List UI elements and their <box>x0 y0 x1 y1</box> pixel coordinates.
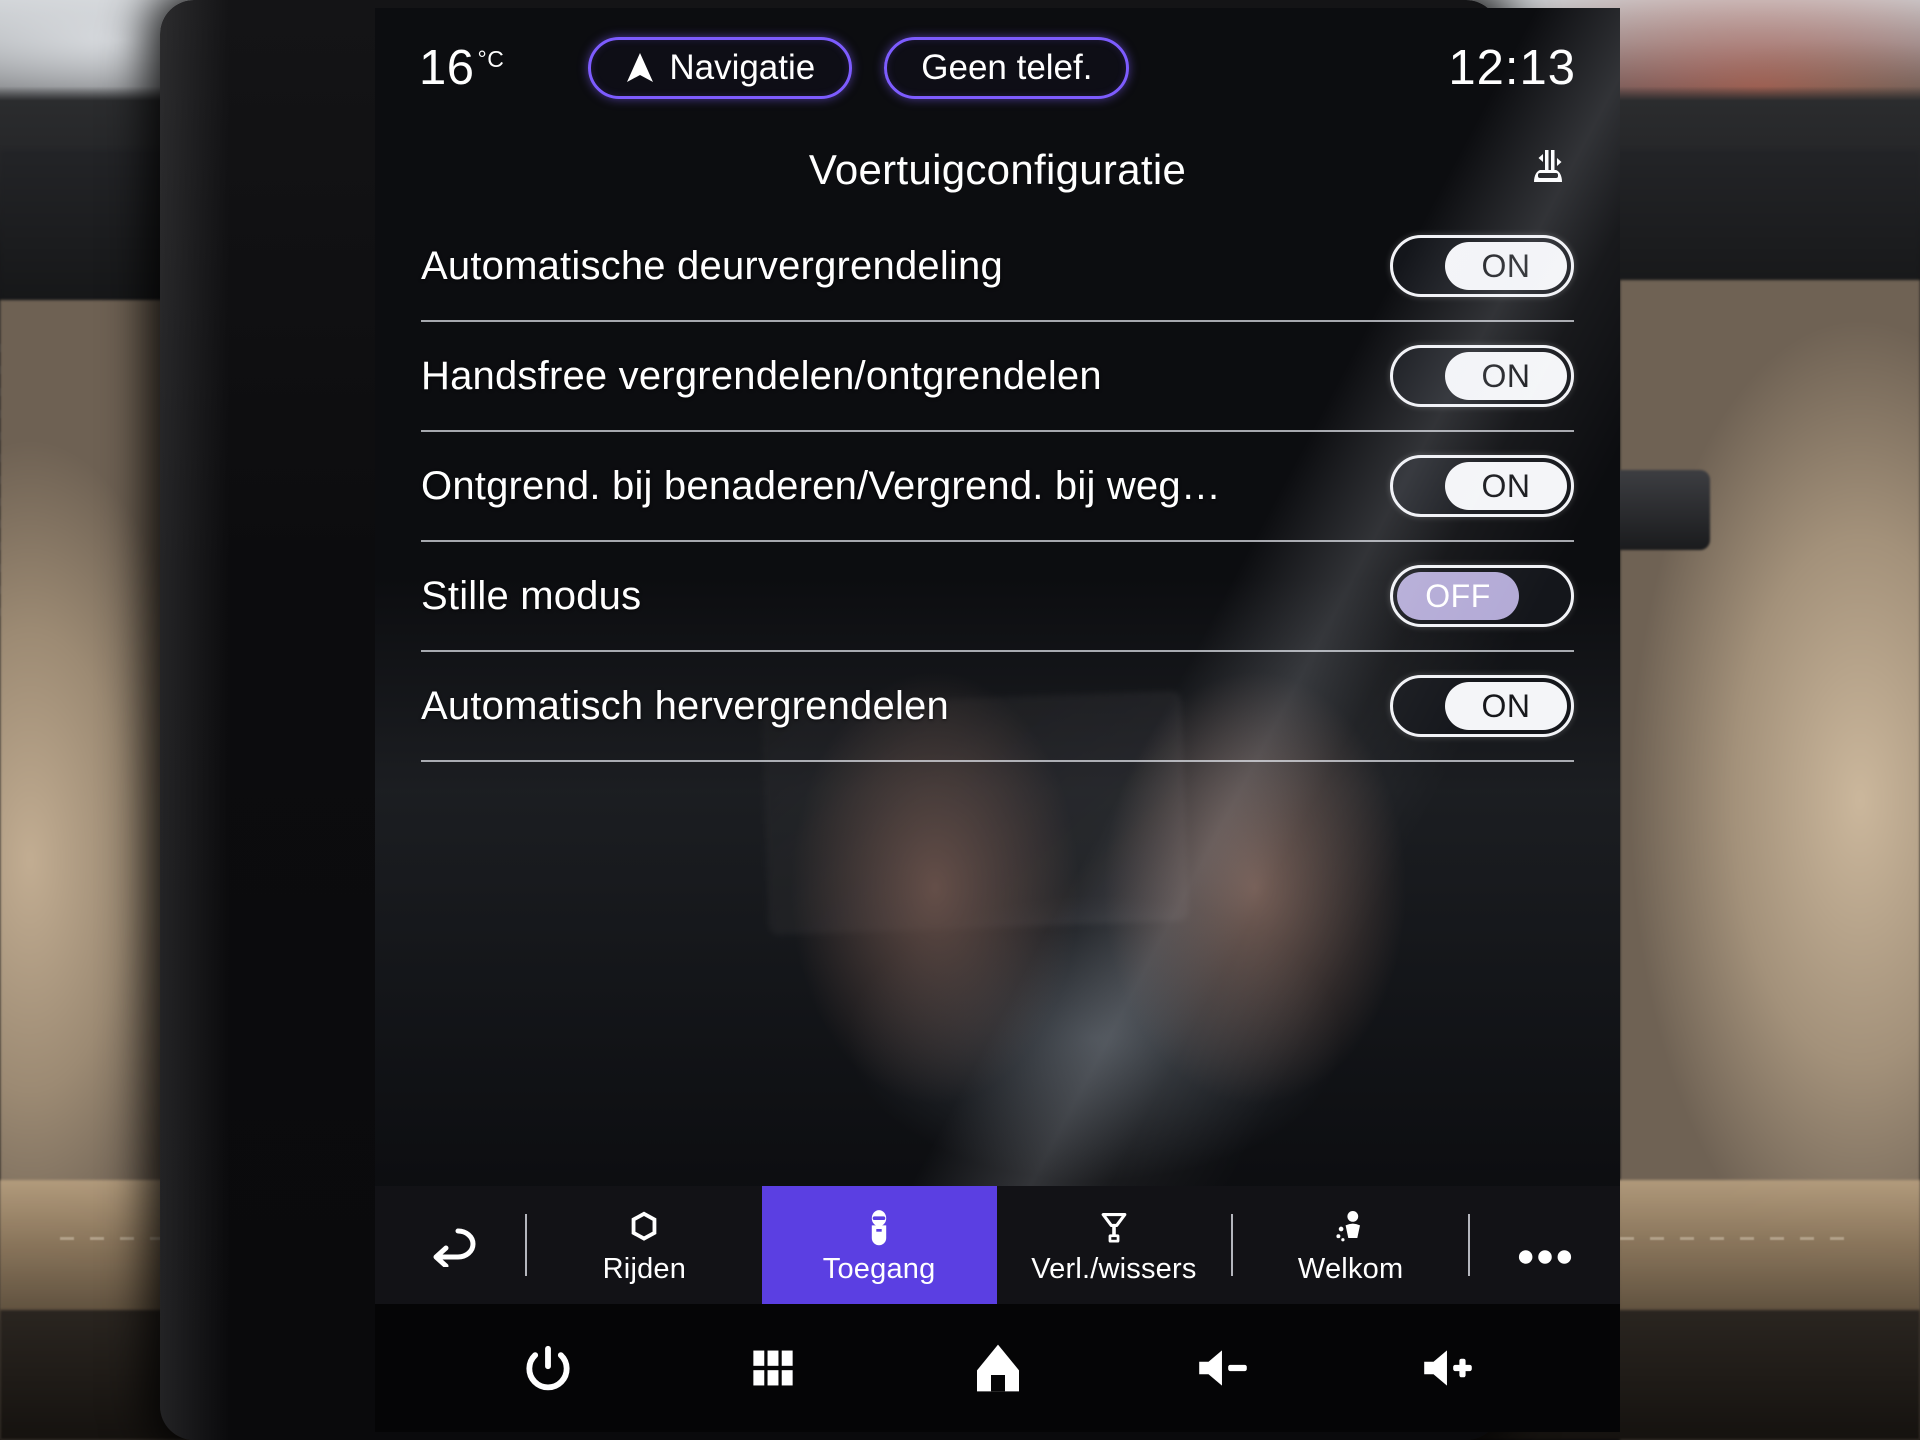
toggle-automatische-deurvergrendeling[interactable]: ON <box>1390 235 1574 297</box>
status-bar: 16 °C Navigatie Geen telef. 12:13 <box>375 8 1620 128</box>
bottom-tab-bar: Rijden Toegang Verl./wissers Welkom <box>375 1186 1620 1304</box>
toggle-automatisch-hervergrendelen[interactable]: ON <box>1390 675 1574 737</box>
home-button[interactable] <box>963 1333 1033 1403</box>
key-icon <box>861 1205 897 1249</box>
sidebar-item-welkom[interactable]: Welkom <box>1233 1186 1468 1304</box>
temperature-unit: °C <box>477 45 505 72</box>
tab-label: Verl./wissers <box>1031 1252 1197 1285</box>
sidebar-item-verl-wissers[interactable]: Verl./wissers <box>997 1186 1232 1304</box>
photo-background: 16 °C Navigatie Geen telef. 12:13 Voertui… <box>0 0 1920 1440</box>
table-row[interactable]: Handsfree vergrendelen/ontgrendelen ON <box>421 322 1574 432</box>
system-bar <box>375 1304 1620 1432</box>
back-button[interactable] <box>375 1186 525 1304</box>
setting-label: Automatische deurvergrendeling <box>421 243 1003 288</box>
page-title: Voertuigconfiguratie <box>808 146 1187 193</box>
toggle-ontgrendelen-bij-benaderen[interactable]: ON <box>1390 455 1574 517</box>
more-options-icon <box>1516 1223 1574 1267</box>
toggle-knob: ON <box>1445 352 1567 400</box>
setting-label: Automatisch hervergrendelen <box>421 683 949 728</box>
tab-label: Toegang <box>822 1252 936 1285</box>
power-button[interactable] <box>513 1333 583 1403</box>
volume-up-icon <box>1418 1345 1478 1391</box>
setting-label: Ontgrend. bij benaderen/Vergrend. bij we… <box>421 463 1222 508</box>
phone-pill[interactable]: Geen telef. <box>884 37 1130 99</box>
page-header: Voertuigconfiguratie <box>375 128 1620 212</box>
apps-grid-icon <box>749 1344 797 1392</box>
temperature-value: 16 <box>419 41 475 95</box>
tab-label: Rijden <box>602 1252 687 1285</box>
more-options-button[interactable] <box>1470 1186 1620 1304</box>
power-icon <box>520 1340 576 1396</box>
navigation-pill[interactable]: Navigatie <box>588 37 853 99</box>
sidebar-item-rijden[interactable]: Rijden <box>527 1186 762 1304</box>
sidebar-item-toegang[interactable]: Toegang <box>761 1186 997 1304</box>
table-row[interactable]: Ontgrend. bij benaderen/Vergrend. bij we… <box>421 432 1574 542</box>
setting-label: Stille modus <box>421 573 642 618</box>
infotainment-screen[interactable]: 16 °C Navigatie Geen telef. 12:13 Voertui… <box>375 8 1620 1432</box>
toggle-knob: ON <box>1445 682 1567 730</box>
outside-temperature: 16 °C <box>419 40 504 96</box>
toggle-knob: ON <box>1445 242 1567 290</box>
volume-down-button[interactable] <box>1188 1333 1258 1403</box>
volume-up-button[interactable] <box>1413 1333 1483 1403</box>
home-icon <box>970 1340 1026 1396</box>
volume-down-icon <box>1193 1345 1253 1391</box>
welcome-icon <box>1333 1205 1369 1249</box>
phone-pill-label: Geen telef. <box>921 48 1093 87</box>
table-row[interactable]: Stille modus OFF <box>421 542 1574 652</box>
infotainment-bezel: 16 °C Navigatie Geen telef. 12:13 Voertui… <box>160 0 1620 1440</box>
navigation-arrow-icon <box>625 52 655 84</box>
clock: 12:13 <box>1448 41 1576 95</box>
tab-label: Welkom <box>1297 1252 1404 1285</box>
toggle-handsfree-vergrendelen[interactable]: ON <box>1390 345 1574 407</box>
apps-button[interactable] <box>738 1333 808 1403</box>
table-row[interactable]: Automatisch hervergrendelen ON <box>421 652 1574 762</box>
toggle-stille-modus[interactable]: OFF <box>1390 565 1574 627</box>
wiper-icon <box>1096 1205 1132 1249</box>
toggle-knob: OFF <box>1397 572 1519 620</box>
table-row[interactable]: Automatische deurvergrendeling ON <box>421 212 1574 322</box>
back-arrow-icon <box>424 1223 476 1267</box>
setting-label: Handsfree vergrendelen/ontgrendelen <box>421 353 1102 398</box>
toggle-knob: ON <box>1445 462 1567 510</box>
settings-list: Automatische deurvergrendeling ON Handsf… <box>375 212 1620 1186</box>
wheel-icon <box>625 1205 663 1249</box>
navigation-pill-label: Navigatie <box>669 48 816 87</box>
car-access-icon <box>1524 146 1572 194</box>
